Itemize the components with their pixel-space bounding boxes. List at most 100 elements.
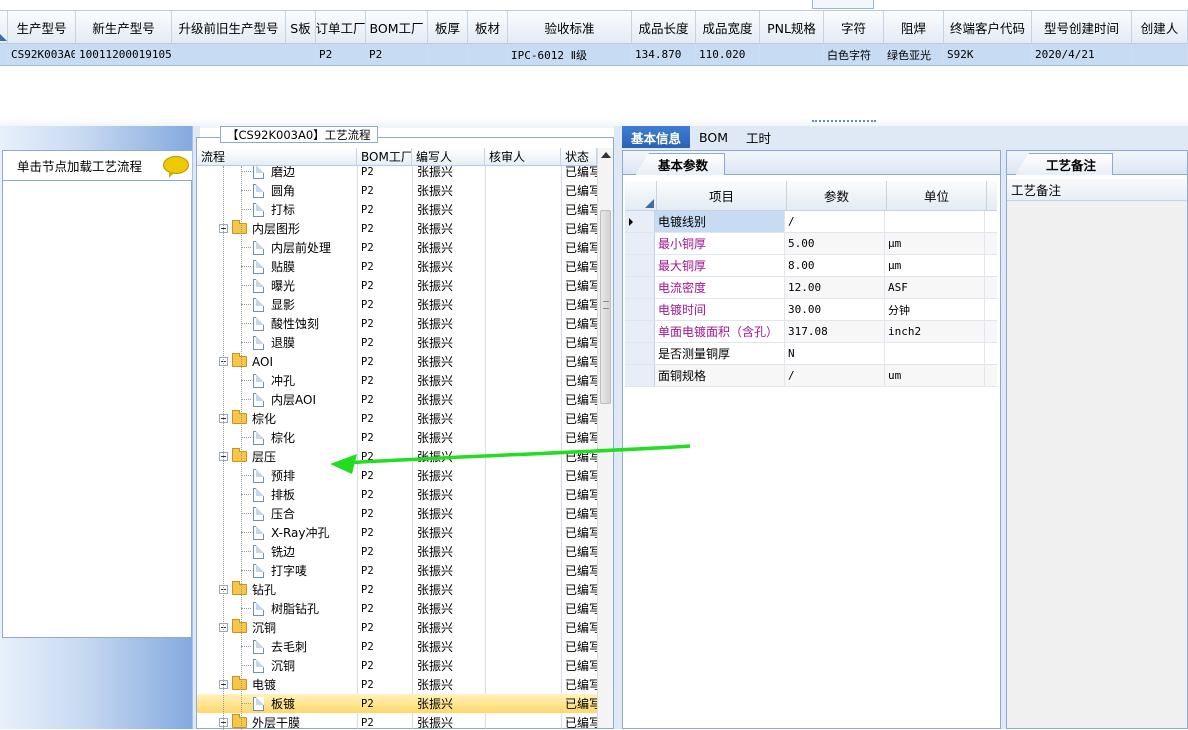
params-row[interactable]: 电镀线别 / — [625, 211, 997, 233]
row-indicator[interactable] — [625, 211, 655, 232]
grid-cell[interactable] — [172, 44, 286, 65]
load-flow-header[interactable]: 单击节点加载工艺流程 — [3, 151, 193, 181]
tree-node[interactable]: 曝光 P2 张振兴 已编写 — [197, 276, 597, 295]
tree-node[interactable]: 板镀 P2 张振兴 已编写 — [197, 694, 597, 713]
column-header[interactable]: PNL规格 — [760, 11, 824, 43]
tree-node[interactable]: 磨边 P2 张振兴 已编写 — [197, 166, 597, 181]
params-row[interactable]: 最大铜厚 8.00 μm — [625, 255, 997, 277]
column-header[interactable]: 成品宽度 — [696, 11, 760, 43]
row-indicator[interactable] — [625, 343, 655, 364]
tree-node[interactable]: 冲孔 P2 张振兴 已编写 — [197, 371, 597, 390]
param-value-cell[interactable]: / — [785, 211, 885, 232]
speech-bubble-icon[interactable] — [163, 156, 189, 178]
column-header[interactable]: 终端客户代码 — [944, 11, 1032, 43]
tree-node[interactable]: 酸性蚀刻 P2 张振兴 已编写 — [197, 314, 597, 333]
tree-node[interactable]: 铣边 P2 张振兴 已编写 — [197, 542, 597, 561]
params-row[interactable]: 面铜规格 / um — [625, 365, 997, 387]
tree-node[interactable]: 贴膜 P2 张振兴 已编写 — [197, 257, 597, 276]
tree-node[interactable]: 去毛刺 P2 张振兴 已编写 — [197, 637, 597, 656]
param-value-cell[interactable]: 30.00 — [785, 299, 885, 320]
tree-node[interactable]: 退膜 P2 张振兴 已编写 — [197, 333, 597, 352]
tree-node[interactable]: 电镀 P2 张振兴 已编写 — [197, 675, 597, 694]
grid-cell[interactable]: 10011200019105 — [76, 44, 172, 65]
grid-cell[interactable]: 134.870 — [632, 44, 696, 65]
column-header[interactable]: 新生产型号 — [76, 11, 172, 43]
tree-column-header[interactable]: 核审人 — [485, 148, 561, 165]
column-header[interactable]: BOM工厂 — [366, 11, 428, 43]
grid-cell[interactable] — [468, 44, 508, 65]
tree-column-header[interactable]: BOM工厂 — [357, 148, 412, 165]
params-row[interactable]: 电流密度 12.00 ASF — [625, 277, 997, 299]
column-header[interactable]: 验收标准 — [508, 11, 632, 43]
column-header[interactable]: 升级前旧生产型号 — [172, 11, 286, 43]
tree-node[interactable]: X-Ray冲孔 P2 张振兴 已编写 — [197, 523, 597, 542]
column-header[interactable]: 阻焊 — [884, 11, 944, 43]
column-header[interactable]: 型号创建时间 — [1032, 11, 1132, 43]
column-header[interactable]: 字符 — [824, 11, 884, 43]
tree-node[interactable]: 沉铜 P2 张振兴 已编写 — [197, 618, 597, 637]
row-indicator[interactable] — [625, 321, 655, 342]
tree-node[interactable]: 压合 P2 张振兴 已编写 — [197, 504, 597, 523]
tree-node[interactable]: 沉铜 P2 张振兴 已编写 — [197, 656, 597, 675]
column-header[interactable]: 生产型号 — [8, 11, 76, 43]
param-value-cell[interactable]: 317.08 — [785, 321, 885, 342]
column-header[interactable]: 板厚 — [428, 11, 468, 43]
grid-cell[interactable]: 绿色亚光 — [884, 44, 944, 65]
tab-process-notes[interactable]: 工艺备注 — [1015, 153, 1114, 175]
params-row[interactable]: 单面电镀面积（含孔） 317.08 inch2 — [625, 321, 997, 343]
tree-node[interactable]: 打标 P2 张振兴 已编写 — [197, 200, 597, 219]
param-value-cell[interactable]: 5.00 — [785, 233, 885, 254]
grid-cell[interactable]: CS92K003A0 — [8, 44, 76, 65]
tree-node[interactable]: 排板 P2 张振兴 已编写 — [197, 485, 597, 504]
tab-basic-info[interactable]: 基本信息 — [622, 126, 691, 148]
column-header[interactable]: 成品长度 — [632, 11, 696, 43]
tree-node[interactable]: 外层干膜 P2 张振兴 已编写 — [197, 713, 597, 730]
grid-cell[interactable]: 2020/4/21 — [1032, 44, 1132, 65]
tree-column-header[interactable]: 编写人 — [412, 148, 485, 165]
tree-node[interactable]: AOI P2 张振兴 已编写 — [197, 352, 597, 371]
tree-scrollbar[interactable] — [597, 148, 613, 728]
column-header[interactable]: S板 — [286, 11, 316, 43]
tree-node[interactable]: 棕化 P2 张振兴 已编写 — [197, 428, 597, 447]
tree-node[interactable]: 圆角 P2 张振兴 已编写 — [197, 181, 597, 200]
param-value-cell[interactable]: N — [785, 343, 885, 364]
tree-node[interactable]: 显影 P2 张振兴 已编写 — [197, 295, 597, 314]
params-column-header[interactable]: 单位 — [887, 181, 987, 210]
row-indicator[interactable] — [625, 255, 655, 276]
tree-node[interactable]: 层压 P2 张振兴 已编写 — [197, 447, 597, 466]
params-column-header[interactable]: 参数 — [787, 181, 887, 210]
grid-cell[interactable] — [1132, 44, 1188, 65]
tree-node[interactable]: 打字唛 P2 张振兴 已编写 — [197, 561, 597, 580]
grid-cell[interactable] — [428, 44, 468, 65]
scroll-up-icon[interactable] — [601, 152, 611, 158]
tree-node[interactable]: 棕化 P2 张振兴 已编写 — [197, 409, 597, 428]
column-header[interactable]: 创建人 — [1132, 11, 1188, 43]
params-column-header[interactable]: 项目 — [657, 181, 787, 210]
param-value-cell[interactable]: / — [785, 365, 885, 386]
row-indicator[interactable] — [625, 299, 655, 320]
tree-column-header[interactable]: 流程 — [197, 148, 357, 165]
column-header[interactable]: 板材 — [468, 11, 508, 43]
tree-node[interactable]: 内层AOI P2 张振兴 已编写 — [197, 390, 597, 409]
tree-node[interactable]: 内层前处理 P2 张振兴 已编写 — [197, 238, 597, 257]
grid-cell[interactable]: 110.020 — [696, 44, 760, 65]
process-notes-body[interactable] — [1007, 201, 1187, 728]
row-indicator[interactable] — [625, 277, 655, 298]
tab-basic-params[interactable]: 基本参数 — [635, 153, 726, 175]
params-row[interactable]: 最小铜厚 5.00 μm — [625, 233, 997, 255]
product-grid-row[interactable]: CS92K003A0 10011200019105 P2 P2 IPC-6012 Ⅱ级 1… — [0, 44, 1188, 66]
params-row[interactable]: 电镀时间 30.00 分钟 — [625, 299, 997, 321]
tree-column-header[interactable]: 状态 — [561, 148, 597, 165]
tree-node[interactable]: 预排 P2 张振兴 已编写 — [197, 466, 597, 485]
param-value-cell[interactable]: 12.00 — [785, 277, 885, 298]
grid-cell[interactable]: IPC-6012 Ⅱ级 — [508, 44, 632, 65]
param-value-cell[interactable]: 8.00 — [785, 255, 885, 276]
grid-cell[interactable] — [760, 44, 824, 65]
grid-cell[interactable]: P2 — [316, 44, 366, 65]
grid-cell[interactable] — [286, 44, 316, 65]
row-indicator[interactable] — [625, 233, 655, 254]
tab-bom[interactable]: BOM — [690, 126, 737, 148]
column-header[interactable]: 订单工厂 — [316, 11, 366, 43]
tree-node[interactable]: 钻孔 P2 张振兴 已编写 — [197, 580, 597, 599]
grid-cell[interactable]: 白色字符 — [824, 44, 884, 65]
